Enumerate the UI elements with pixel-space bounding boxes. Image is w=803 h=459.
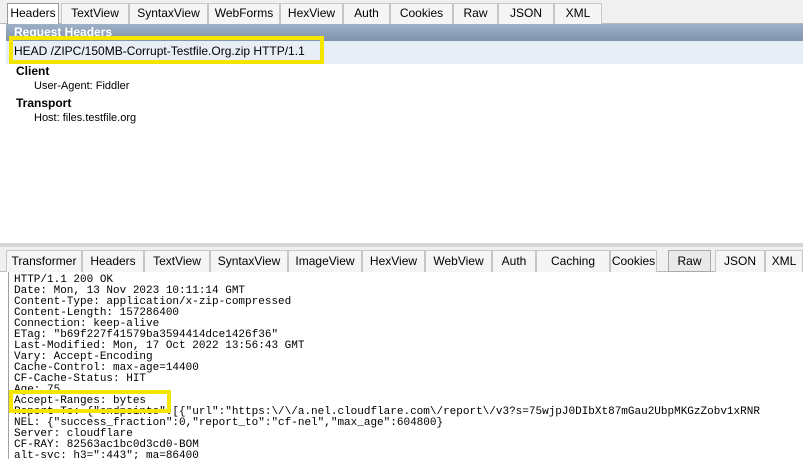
- tab-response-raw[interactable]: Raw: [668, 250, 711, 272]
- tab-webforms[interactable]: WebForms: [208, 3, 280, 24]
- header-host[interactable]: Host: files.testfile.org: [34, 112, 136, 124]
- request-line-highlight: [9, 36, 324, 64]
- tab-json[interactable]: JSON: [498, 3, 554, 24]
- tab-response-headers[interactable]: Headers: [82, 250, 144, 272]
- tab-transformer[interactable]: Transformer: [6, 250, 82, 272]
- header-user-agent[interactable]: User-Agent: Fiddler: [34, 80, 129, 92]
- tab-response-json[interactable]: JSON: [715, 250, 765, 272]
- tab-response-xml[interactable]: XML: [765, 250, 803, 272]
- tab-response-auth[interactable]: Auth: [492, 250, 536, 272]
- tab-response-textview[interactable]: TextView: [144, 250, 210, 272]
- tab-cookies[interactable]: Cookies: [390, 3, 453, 24]
- tab-webview[interactable]: WebView: [425, 250, 492, 272]
- tab-imageview[interactable]: ImageView: [288, 250, 362, 272]
- group-client[interactable]: Client: [16, 64, 49, 78]
- accept-ranges-highlight: [9, 390, 171, 413]
- group-transport[interactable]: Transport: [16, 96, 71, 110]
- tab-response-cookies[interactable]: Cookies: [610, 250, 657, 272]
- tab-hexview[interactable]: HexView: [280, 3, 343, 24]
- tab-response-syntaxview[interactable]: SyntaxView: [210, 250, 288, 272]
- tab-auth[interactable]: Auth: [343, 3, 390, 24]
- tab-textview[interactable]: TextView: [61, 3, 129, 24]
- raw-line-alt-svc: alt-svc: h3=":443"; ma=86400: [14, 450, 199, 459]
- request-tab-bar: Headers TextView SyntaxView WebForms Hex…: [0, 0, 803, 25]
- tab-headers[interactable]: Headers: [7, 3, 59, 25]
- response-tab-bar: Transformer Headers TextView SyntaxView …: [0, 246, 803, 272]
- tab-syntaxview[interactable]: SyntaxView: [129, 3, 208, 24]
- tab-xml[interactable]: XML: [554, 3, 602, 24]
- tab-raw[interactable]: Raw: [453, 3, 498, 24]
- tab-response-hexview[interactable]: HexView: [362, 250, 425, 272]
- response-raw-view[interactable]: HTTP/1.1 200 OK Date: Mon, 13 Nov 2023 1…: [8, 272, 803, 459]
- tab-caching[interactable]: Caching: [536, 250, 610, 272]
